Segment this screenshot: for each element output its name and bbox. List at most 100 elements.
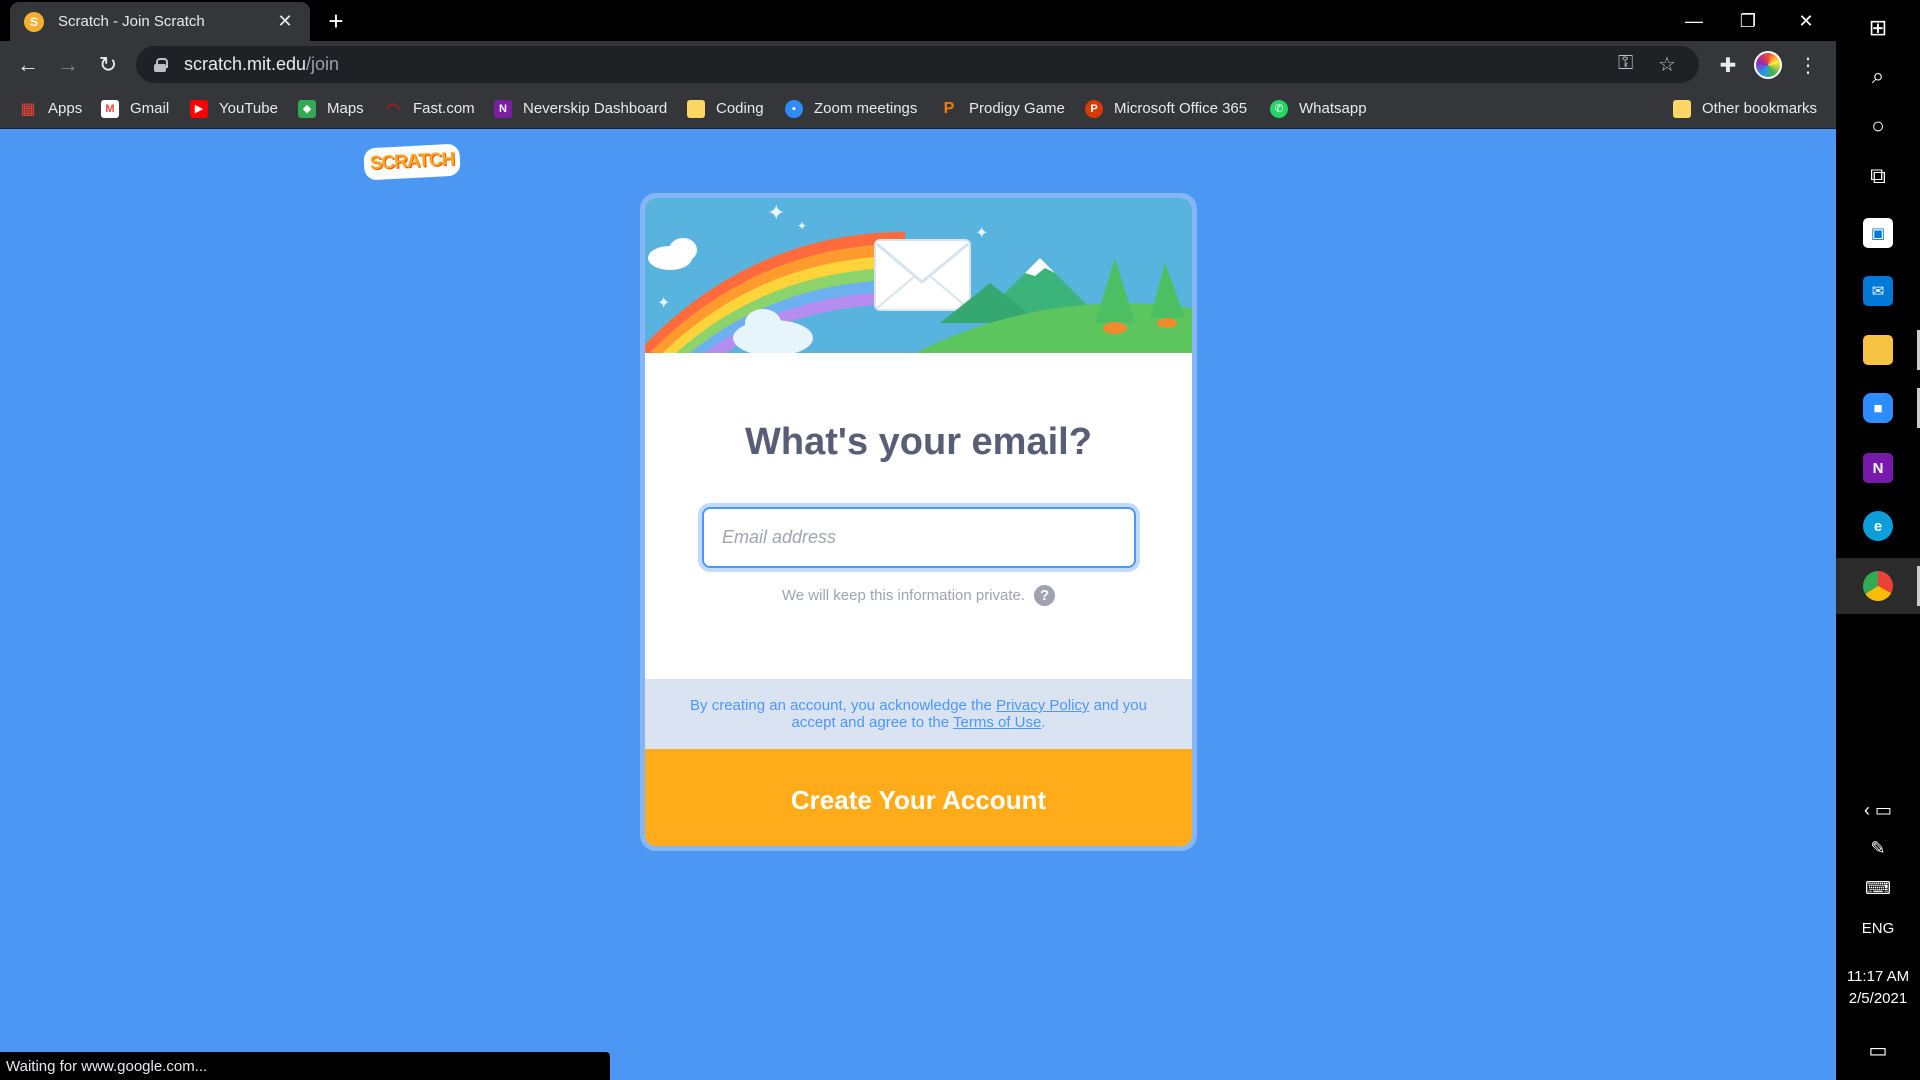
bookmark-label: Zoom meetings [814,100,918,117]
bookmark-whatsapp[interactable]: ✆ Whatsapp [1270,88,1367,129]
star-bookmark-icon[interactable]: ☆ [1658,52,1676,77]
search-icon[interactable]: ⌕ [1836,48,1920,104]
bookmark-other[interactable]: Other bookmarks [1673,88,1817,129]
email-step-content: What's your email? We will keep this inf… [645,353,1192,679]
taskbar-store[interactable]: ▣ [1836,205,1920,261]
language-indicator[interactable]: ENG [1836,920,1920,937]
gmail-icon: M [101,99,119,118]
bookmark-label: YouTube [219,100,278,117]
help-question-icon[interactable]: ? [1034,585,1056,606]
zoom-icon: ▪ [785,99,803,118]
lock-icon[interactable] [154,57,168,72]
tab-scratch-join[interactable]: S Scratch - Join Scratch ✕ [10,2,310,41]
legal-text-prefix: By creating an account, you acknowledge … [690,697,997,714]
file-explorer-folder-icon [1863,335,1893,365]
taskbar-chrome[interactable] [1836,558,1920,614]
bookmark-neverskip[interactable]: N Neverskip Dashboard [494,88,667,129]
bookmark-prodigy[interactable]: P Prodigy Game [940,88,1065,129]
cortana-circle-icon[interactable]: ○ [1836,98,1920,154]
privacy-note-text: We will keep this information private. [781,587,1026,604]
bookmark-label: Fast.com [413,100,475,117]
taskbar-zoom[interactable]: ■ [1836,380,1920,436]
scratch-favicon-icon: S [24,11,44,32]
bookmark-fast[interactable]: ◠ Fast.com [384,88,475,129]
terms-of-use-link[interactable]: Terms of Use [953,714,1041,731]
create-account-button[interactable]: Create Your Account [645,749,1192,846]
windows-taskbar: ⊞ ⌕ ○ ⧉ ▣ ✉ ■ N e ‹ ▭ ✎ ⌨ ENG 11:17 AM 2… [1836,0,1920,1080]
apps-grid-icon: ▦ [20,100,36,118]
bookmark-label: Other bookmarks [1702,100,1818,117]
url-path: /join [306,54,340,74]
bookmark-gmail[interactable]: M Gmail [101,88,169,129]
bookmark-maps[interactable]: ◆ Maps [298,88,364,129]
pen-workspace-icon[interactable]: ✎ [1836,828,1920,868]
close-window-button[interactable]: ✕ [1778,4,1834,38]
bookmark-label: Whatsapp [1299,100,1367,117]
bookmark-label: Maps [327,100,364,117]
taskbar-mail[interactable]: ✉ [1836,263,1920,319]
page-title: What's your email? [745,421,1092,463]
bookmark-label: Coding [716,100,764,117]
welcome-banner-illustration: ✦ ✦ ✦ ✦ [645,198,1192,353]
bookmark-label: Prodigy Game [969,100,1065,117]
legal-notice: By creating an account, you acknowledge … [645,679,1192,749]
fast-icon: ◠ [386,100,400,118]
bookmark-zoom[interactable]: ▪ Zoom meetings [785,88,917,129]
privacy-policy-link[interactable]: Privacy Policy [996,697,1089,714]
tab-title: Scratch - Join Scratch [58,13,205,30]
tray-overflow-chevron-icon[interactable]: ‹ ▭ [1836,790,1920,830]
mail-envelope-icon: ✉ [1863,276,1893,306]
taskbar-file-explorer[interactable] [1836,322,1920,378]
extensions-puzzle-icon[interactable]: ✚ [1712,49,1744,81]
forward-arrow-icon[interactable]: → [52,49,84,81]
profile-avatar[interactable] [1752,49,1784,81]
profile-avatar-icon [1754,51,1782,79]
folder-icon [687,99,705,118]
browser-window: S Scratch - Join Scratch ✕ + — ❐ ✕ ← → ↻… [0,0,1836,129]
maps-icon: ◆ [298,99,316,118]
minimize-button[interactable]: — [1666,4,1722,38]
tab-strip: S Scratch - Join Scratch ✕ + — ❐ ✕ [0,0,1836,41]
clock-date[interactable]: 2/5/2021 [1836,990,1920,1007]
new-tab-button[interactable]: + [322,8,350,36]
svg-text:✦: ✦ [767,201,785,226]
back-arrow-icon[interactable]: ← [12,49,44,81]
menu-kebab-icon[interactable]: ⋮ [1792,49,1824,81]
bookmark-label: Gmail [130,100,170,117]
bookmark-label: Microsoft Office 365 [1114,100,1248,117]
clock-time[interactable]: 11:17 AM [1836,968,1920,985]
touch-keyboard-icon[interactable]: ⌨ [1836,868,1920,908]
folder-icon [1673,99,1691,118]
svg-text:✦: ✦ [657,293,670,312]
taskbar-edge[interactable]: e [1836,498,1920,554]
bookmark-apps[interactable]: ▦ Apps [19,88,82,129]
store-bag-icon: ▣ [1863,218,1893,248]
key-icon[interactable]: ⚿ [1618,52,1633,75]
whatsapp-icon: ✆ [1270,99,1288,118]
task-view-icon[interactable]: ⧉ [1836,148,1920,204]
neverskip-icon: N [494,99,512,118]
taskbar-onenote[interactable]: N [1836,440,1920,496]
url-host: scratch.mit.edu [184,54,307,74]
email-input[interactable] [702,507,1136,568]
join-modal: ✦ ✦ ✦ ✦ What's your email? We will keep … [640,193,1197,851]
legal-text-suffix: . [1041,714,1046,731]
bookmarks-bar: ▦ Apps M Gmail ▶ YouTube ◆ Maps ◠ Fast.c… [0,88,1836,129]
restore-button[interactable]: ❐ [1720,4,1776,38]
action-center-notification-icon[interactable]: ▭ [1836,1028,1920,1072]
office-icon: P [1085,99,1103,118]
youtube-icon: ▶ [190,99,208,118]
tab-close-icon[interactable]: ✕ [274,11,296,32]
scratch-logo[interactable]: SCRATCH [363,143,461,181]
privacy-note-row: We will keep this information private. ? [645,585,1192,606]
svg-text:✦: ✦ [975,223,988,242]
bookmark-youtube[interactable]: ▶ YouTube [190,88,278,129]
status-bubble: Waiting for www.google.com... [0,1052,610,1080]
bookmark-office[interactable]: P Microsoft Office 365 [1085,88,1247,129]
bookmark-coding[interactable]: Coding [687,88,764,129]
address-bar[interactable]: scratch.mit.edu/join ⚿ ☆ [136,46,1699,83]
bookmark-label: Neverskip Dashboard [523,100,668,117]
zoom-camera-icon: ■ [1863,393,1893,423]
reload-icon[interactable]: ↻ [92,49,124,81]
onenote-icon: N [1863,453,1893,483]
